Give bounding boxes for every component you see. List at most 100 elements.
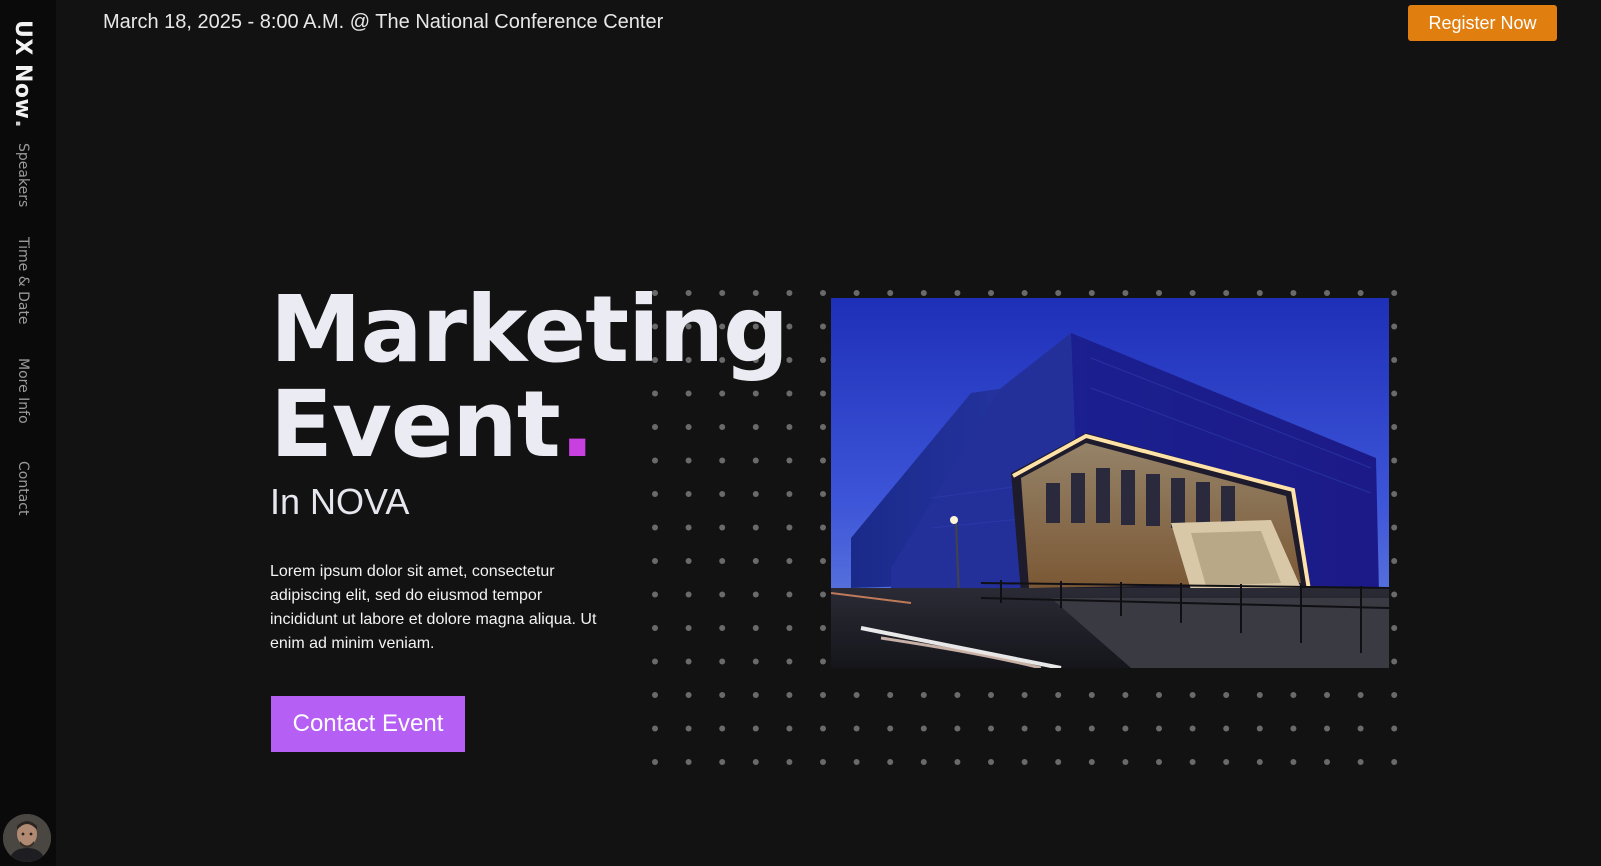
decor-dot xyxy=(685,658,692,665)
decor-dot xyxy=(685,591,692,598)
decor-dot xyxy=(719,591,726,598)
decor-dot xyxy=(786,491,793,497)
decor-dot xyxy=(652,658,658,665)
decor-dot xyxy=(1256,290,1263,296)
decor-dot xyxy=(920,692,927,698)
decor-dot xyxy=(786,558,793,564)
decor-dot xyxy=(719,759,726,765)
decor-dot xyxy=(1391,692,1398,698)
decor-dot xyxy=(719,658,726,665)
decor-dot xyxy=(920,759,927,765)
decor-dot xyxy=(1357,759,1364,765)
page-title: Marketing Event. xyxy=(270,282,789,472)
decor-dot xyxy=(1357,692,1364,698)
brand-dot: . xyxy=(10,119,35,129)
decor-dot xyxy=(652,725,658,732)
decor-dot xyxy=(820,625,826,631)
decor-dot xyxy=(786,692,793,698)
decor-dot xyxy=(820,491,826,497)
decor-dot xyxy=(652,625,658,631)
decor-dot xyxy=(752,591,759,598)
decor-dot xyxy=(1324,759,1330,765)
decor-dot xyxy=(752,625,759,631)
decor-dot xyxy=(719,625,726,631)
title-line-1: Marketing xyxy=(270,276,789,383)
decor-dot xyxy=(1357,290,1364,296)
decor-dot xyxy=(1088,759,1095,765)
decor-dot xyxy=(1256,759,1263,765)
decor-dot xyxy=(1122,759,1129,765)
decor-dot xyxy=(1055,759,1062,765)
decor-dot xyxy=(1391,759,1398,765)
decor-dot xyxy=(820,424,826,430)
decor-dot xyxy=(752,558,759,564)
decor-dot xyxy=(820,759,826,765)
decor-dot xyxy=(1391,625,1398,631)
contact-event-button[interactable]: Contact Event xyxy=(271,696,465,752)
decor-dot xyxy=(920,290,927,296)
decor-dot xyxy=(1122,692,1129,698)
sidebar: UX Now. Speakers Time & Date More Info C… xyxy=(0,0,56,866)
decor-dot xyxy=(820,457,826,464)
decor-dot xyxy=(820,692,826,698)
decor-dot xyxy=(820,558,826,564)
decor-dot xyxy=(1256,725,1263,732)
decor-dot xyxy=(820,591,826,598)
decor-dot xyxy=(719,524,726,531)
decor-dot xyxy=(786,759,793,765)
decor-dot xyxy=(1391,558,1398,564)
decor-dot xyxy=(652,491,658,497)
brand-logo[interactable]: UX Now. xyxy=(10,20,35,128)
decor-dot xyxy=(1021,725,1028,732)
decor-dot xyxy=(820,524,826,531)
decor-dot xyxy=(786,524,793,531)
decor-dot xyxy=(685,692,692,698)
decor-dot xyxy=(786,725,793,732)
decor-dot xyxy=(685,725,692,732)
decor-dot xyxy=(1055,290,1062,296)
decor-dot xyxy=(786,658,793,665)
decor-dot xyxy=(1122,290,1129,296)
nav-item-speakers[interactable]: Speakers xyxy=(15,143,31,207)
decor-dot xyxy=(954,759,961,765)
decor-dot xyxy=(1189,725,1196,732)
conference-center-photo xyxy=(831,298,1389,668)
user-avatar-icon xyxy=(3,814,51,862)
nav-item-contact[interactable]: Contact xyxy=(15,461,31,515)
decor-dot xyxy=(786,591,793,598)
decor-dot xyxy=(887,759,894,765)
decor-dot xyxy=(752,524,759,531)
decor-dot xyxy=(1324,290,1330,296)
decor-dot xyxy=(1391,457,1398,464)
decor-dot xyxy=(1324,692,1330,698)
decor-dot xyxy=(1391,524,1398,531)
decor-dot xyxy=(988,290,994,296)
decor-dot xyxy=(752,658,759,665)
decor-dot xyxy=(1156,759,1162,765)
decor-dot xyxy=(1391,591,1398,598)
nav-item-more-info[interactable]: More Info xyxy=(15,358,31,424)
subtitle-location: In NOVA xyxy=(270,481,410,522)
decor-dot xyxy=(1357,725,1364,732)
nav-item-time-date[interactable]: Time & Date xyxy=(15,237,31,325)
decor-dot xyxy=(920,725,927,732)
avatar[interactable] xyxy=(3,814,51,862)
decor-dot xyxy=(1088,290,1095,296)
decor-dot xyxy=(1156,692,1162,698)
decor-dot xyxy=(853,725,860,732)
decor-dot xyxy=(1223,725,1230,732)
decor-dot xyxy=(853,759,860,765)
decor-dot xyxy=(652,692,658,698)
decor-dot xyxy=(752,759,759,765)
decor-dot xyxy=(1156,290,1162,296)
decor-dot xyxy=(1021,692,1028,698)
decor-dot xyxy=(752,692,759,698)
event-description: Lorem ipsum dolor sit amet, consectetur … xyxy=(270,563,597,652)
event-info: March 18, 2025 - 8:00 A.M. @ The Nationa… xyxy=(103,11,664,33)
decor-dot xyxy=(887,725,894,732)
decor-dot xyxy=(652,524,658,531)
decor-dot xyxy=(820,658,826,665)
register-now-button[interactable]: Register Now xyxy=(1408,5,1557,41)
decor-dot xyxy=(1391,491,1398,497)
decor-dot xyxy=(685,491,692,497)
